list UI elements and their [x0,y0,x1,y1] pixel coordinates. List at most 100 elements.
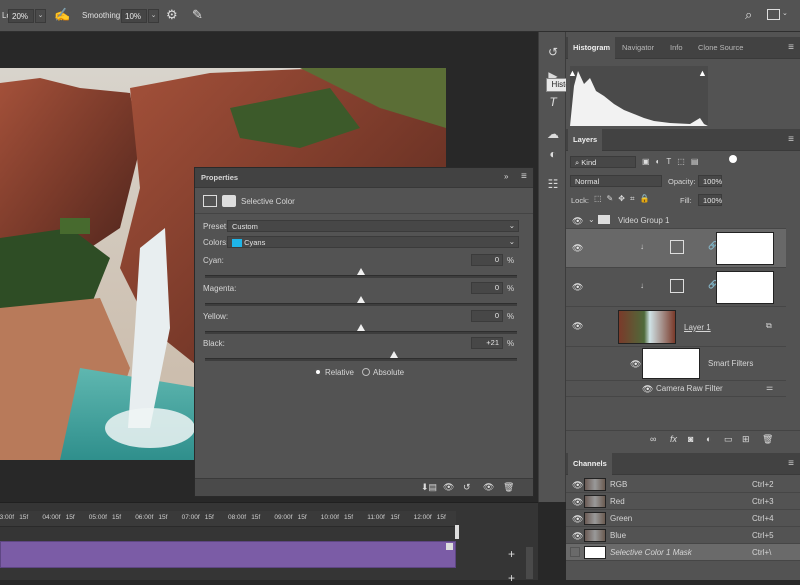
collapse-icon[interactable]: » [504,172,508,181]
pressure-icon[interactable]: ✍ [54,7,70,23]
trash-icon[interactable]: 🗑 [762,434,773,445]
add-media-icon[interactable]: + [508,547,515,561]
slider-value-field[interactable]: 0 [471,254,503,266]
playhead-handle[interactable] [455,525,459,539]
timeline-scrollbar[interactable] [526,547,533,579]
layer-thumbnail[interactable] [618,310,676,344]
link-layers-icon[interactable]: ∞ [650,434,656,444]
symmetry-icon[interactable]: ✎ [192,7,203,23]
channel-row-blue[interactable]: 👁 Blue Ctrl+5 [566,527,800,544]
search-icon[interactable]: ⌕ [745,7,752,23]
trash-icon[interactable]: 🗑 [503,482,514,493]
tab-channels[interactable]: Channels [568,453,612,475]
mask-thumbnail[interactable] [716,232,774,265]
mask-icon[interactable] [222,195,236,207]
visibility-eye-icon[interactable]: 👁 [483,482,494,493]
tab-clone-source[interactable]: Clone Source [693,37,748,59]
preset-select[interactable]: Custom ⌄ [227,220,519,232]
smart-filters-row[interactable]: 👁 Smart Filters [566,347,786,381]
layer-row-video-group[interactable]: 👁 ⌄ Video Group 1 [566,212,786,229]
channel-row-mask[interactable]: Selective Color 1 Mask Ctrl+\ [566,544,800,561]
visibility-eye-icon[interactable]: 👁 [572,282,583,292]
slider-track[interactable] [205,331,517,334]
fill-field[interactable]: 100% [698,194,722,206]
gear-icon[interactable]: ⚙ [166,7,178,23]
warning-icon[interactable]: ▲ [698,68,707,78]
lock-icons[interactable]: ⬚✎✥⌗🔒 [594,194,654,204]
add-audio-icon[interactable]: + [508,571,515,585]
absolute-radio[interactable] [362,368,370,376]
reset-icon[interactable]: ↺ [463,482,471,493]
tab-layers[interactable]: Layers [568,129,603,151]
panel-menu-icon[interactable]: ≡ [521,171,527,182]
mask-thumbnail[interactable] [716,271,774,304]
filter-toggle-icon[interactable] [729,155,737,163]
layer-row-layer1[interactable]: 👁 Layer 1 ⧉ [566,307,786,347]
slider-track[interactable] [205,303,517,306]
visibility-eye-icon[interactable]: 👁 [572,243,583,253]
channel-row-red[interactable]: 👁 Red Ctrl+3 [566,493,800,510]
timeline-ruler[interactable]: 03:00f 15f 04:00f 15f 05:00f 15f 06:00f 15f 07:0… [0,511,456,527]
visibility-eye-icon[interactable]: 👁 [572,321,583,331]
channel-row-rgb[interactable]: 👁 RGB Ctrl+2 [566,476,800,493]
fx-icon[interactable]: fx [670,434,677,444]
properties-icon[interactable]: ☷ [545,176,561,192]
panel-menu-icon[interactable]: ≡ [788,42,794,53]
slider-knob[interactable] [357,296,365,303]
tab-info[interactable]: Info [665,37,688,59]
slider-knob[interactable] [357,324,365,331]
add-mask-icon[interactable]: ◙ [688,434,693,444]
clip-to-layer-icon[interactable]: ⬇▤ [421,482,437,493]
clip-end-handle[interactable] [446,543,453,550]
adjustment-icon[interactable] [203,195,217,207]
slider-value-field[interactable]: +21 [471,337,503,349]
slider-track[interactable] [205,275,517,278]
filter-options-icon[interactable]: ⚌ [766,383,773,392]
slider-knob[interactable] [389,351,398,358]
new-layer-icon[interactable]: ⊞ [742,434,750,445]
filter-row-camera-raw[interactable]: 👁 Camera Raw Filter ⚌ [566,381,786,397]
layers-menu-icon[interactable]: ≡ [788,134,794,145]
layer-row-curves[interactable]: 👁 ↓ 🔗 [566,268,786,307]
slider-track[interactable] [205,358,517,361]
filter-kind-select[interactable]: ⌕ Kind [570,156,636,168]
colors-select[interactable]: Cyans ⌄ [227,236,519,248]
smoothing-dropdown[interactable]: ⌄ [148,9,159,23]
visibility-eye-icon[interactable]: 👁 [572,216,583,226]
tab-histogram[interactable]: Histogram [568,37,616,59]
layer-name[interactable]: Layer 1 [684,323,711,332]
adjustments-icon[interactable]: ◐ [545,146,561,162]
opacity-field[interactable]: 20% [8,9,34,23]
blend-mode-select[interactable]: Normal [570,175,662,187]
libraries-icon[interactable]: ☁ [545,126,561,142]
workspace-icon[interactable] [767,9,780,20]
layer-filter-icons[interactable]: ▣◐T⬚▤ [642,157,704,166]
smart-filter-mask-thumbnail[interactable] [642,348,700,379]
slider-knob[interactable] [357,268,365,275]
visibility-eye-icon[interactable]: 👁 [572,497,583,507]
channel-row-green[interactable]: 👁 Green Ctrl+4 [566,510,800,527]
opacity-dropdown[interactable]: ⌄ [35,9,46,23]
new-adjustment-icon[interactable]: ◐ [706,434,711,444]
layer-opacity-field[interactable]: 100% [698,175,722,187]
layer-row-selective-color[interactable]: 👁 ↓ 🔗 [566,229,786,268]
chevron-down-icon[interactable]: ⌄ [782,9,788,17]
slider-value-field[interactable]: 0 [471,310,503,322]
history-icon[interactable]: ↺ [545,44,561,60]
visibility-eye-icon[interactable]: 👁 [630,359,641,369]
chevron-down-icon[interactable]: ⌄ [588,215,595,224]
visibility-eye-icon[interactable]: 👁 [572,531,583,541]
character-icon[interactable]: T [545,94,561,110]
visibility-eye-icon[interactable]: 👁 [572,480,583,490]
channels-menu-icon[interactable]: ≡ [788,458,794,469]
view-previous-icon[interactable]: 👁 [443,482,454,493]
relative-radio[interactable] [314,368,322,376]
slider-value-field[interactable]: 0 [471,282,503,294]
video-track-clip[interactable] [0,541,456,568]
smoothing-field[interactable]: 10% [121,9,147,23]
new-group-icon[interactable]: ▭ [724,434,733,445]
visibility-toggle-off[interactable] [570,547,580,557]
warning-icon-left[interactable]: ▲ [568,68,577,78]
visibility-eye-icon[interactable]: 👁 [572,514,583,524]
tab-navigator[interactable]: Navigator [617,37,659,59]
